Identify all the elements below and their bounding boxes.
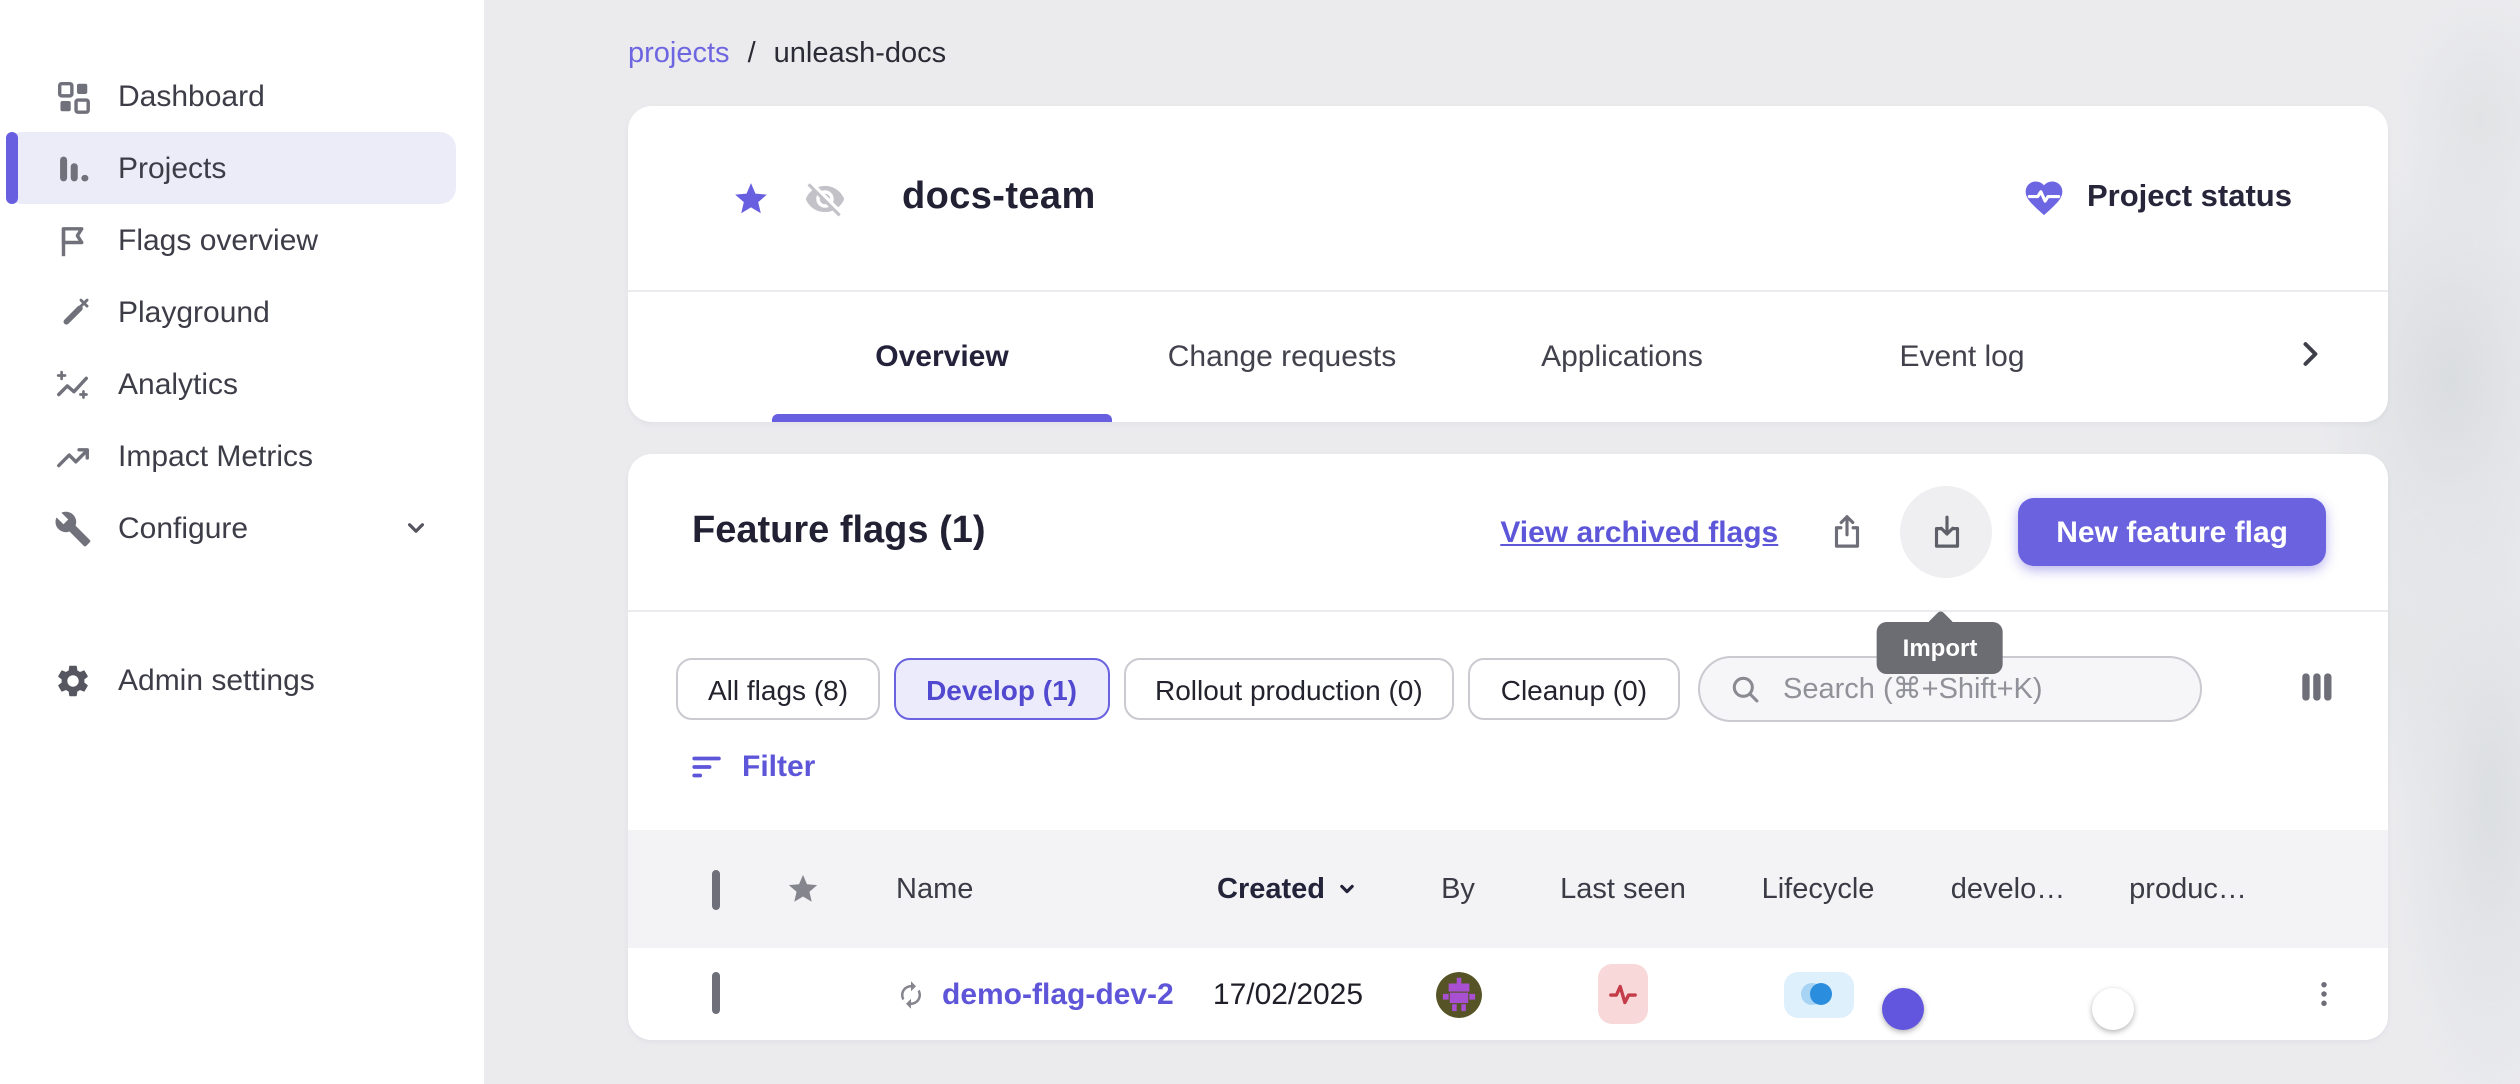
- analytics-icon: [52, 364, 92, 404]
- last-seen-badge: [1598, 964, 1648, 1024]
- sidebar-item-playground[interactable]: Playground: [6, 276, 456, 348]
- breadcrumb-separator: /: [748, 38, 756, 70]
- tab-change-requests[interactable]: Change requests: [1112, 340, 1452, 374]
- columns-button[interactable]: [2296, 666, 2338, 708]
- export-button[interactable]: [1826, 511, 1868, 553]
- wand-icon: [52, 292, 92, 332]
- import-button[interactable]: [1900, 486, 1992, 578]
- feature-flags-title: Feature flags (1): [692, 510, 986, 554]
- view-archived-flags-link[interactable]: View archived flags: [1500, 515, 1778, 549]
- heart-pulse-icon: [2023, 176, 2067, 220]
- eye-off-icon: [804, 177, 846, 219]
- column-header-created-label: Created: [1217, 873, 1325, 905]
- favorite-column-star-icon: [756, 872, 848, 906]
- sidebar-item-projects[interactable]: Projects: [6, 132, 456, 204]
- flag-name-cell: demo-flag-dev-2: [848, 977, 1188, 1011]
- column-header-development: develo…: [1918, 873, 2098, 905]
- project-tabs: Overview Change requests Applications Ev…: [628, 292, 2388, 422]
- column-header-lifecycle[interactable]: Lifecycle: [1718, 873, 1918, 905]
- sidebar-item-label: Impact Metrics: [118, 439, 313, 473]
- breadcrumb-link-projects[interactable]: projects: [628, 38, 730, 70]
- user-avatar: [1435, 971, 1481, 1017]
- breadcrumb: projects / unleash-docs: [628, 38, 946, 70]
- search-icon: [1727, 672, 1761, 706]
- import-tooltip: Import: [1877, 622, 2004, 674]
- project-header-card: docs-team Project status Overview Change…: [628, 106, 2388, 422]
- search-input[interactable]: [1779, 671, 2171, 707]
- last-seen-cell: [1528, 964, 1718, 1024]
- active-tab-underline: [772, 413, 1112, 422]
- sidebar-item-label: Projects: [118, 151, 226, 185]
- sidebar-item-configure[interactable]: Configure: [6, 492, 456, 564]
- tabs-more-chevron-right-icon[interactable]: [2292, 336, 2328, 372]
- sidebar-item-impact-metrics[interactable]: Impact Metrics: [6, 420, 456, 492]
- import-tooltip-label: Import: [1903, 634, 1978, 662]
- lifecycle-badge[interactable]: [1783, 971, 1853, 1017]
- projects-icon: [52, 148, 92, 188]
- column-header-name[interactable]: Name: [848, 873, 1188, 905]
- toggle-production-thumb: [2092, 988, 2134, 1030]
- feature-flags-header: Feature flags (1) View archived flags Ne…: [628, 454, 2388, 612]
- pulse-icon: [1608, 979, 1638, 1009]
- tab-event-log[interactable]: Event log: [1792, 340, 2132, 374]
- breadcrumb-current: unleash-docs: [774, 38, 947, 70]
- select-all-checkbox[interactable]: [712, 869, 720, 909]
- row-checkbox[interactable]: [712, 972, 720, 1014]
- gear-icon: [52, 660, 92, 700]
- tab-overview[interactable]: Overview: [772, 340, 1112, 374]
- chip-rollout-production[interactable]: Rollout production (0): [1123, 658, 1455, 720]
- sidebar-item-label: Playground: [118, 295, 270, 329]
- new-feature-flag-button[interactable]: New feature flag: [2018, 498, 2326, 566]
- table-row: demo-flag-dev-2 17/02/2025: [628, 948, 2388, 1040]
- sidebar-item-flags-overview[interactable]: Flags overview: [6, 204, 456, 276]
- sidebar-item-label: Admin settings: [118, 663, 315, 697]
- project-header-row: docs-team Project status: [628, 106, 2388, 292]
- row-menu-kebab-icon[interactable]: [2278, 976, 2368, 1012]
- feature-flags-card: Feature flags (1) View archived flags Ne…: [628, 454, 2388, 1040]
- project-title: docs-team: [902, 176, 1096, 220]
- by-cell: [1388, 971, 1528, 1017]
- export-icon: [1826, 511, 1868, 553]
- sidebar-item-label: Configure: [118, 511, 248, 545]
- project-status-button[interactable]: Project status: [2023, 176, 2292, 220]
- column-header-created[interactable]: Created: [1188, 873, 1388, 905]
- sidebar-item-dashboard[interactable]: Dashboard: [6, 60, 456, 132]
- sidebar-item-analytics[interactable]: Analytics: [6, 348, 456, 420]
- sidebar-item-label: Flags overview: [118, 223, 318, 257]
- dashboard-icon: [52, 76, 92, 116]
- sidebar-item-label: Analytics: [118, 367, 238, 401]
- wrench-icon: [52, 508, 92, 548]
- chip-develop[interactable]: Develop (1): [894, 658, 1109, 720]
- favorite-star-icon[interactable]: [732, 179, 770, 217]
- columns-icon: [2296, 666, 2338, 708]
- filter-label: Filter: [742, 750, 815, 784]
- trending-up-icon: [52, 436, 92, 476]
- table-header-row: Name Created By Last seen Lifecycle deve…: [628, 830, 2388, 948]
- sidebar-item-admin-settings[interactable]: Admin settings: [6, 644, 456, 716]
- flag-name-link[interactable]: demo-flag-dev-2: [942, 977, 1174, 1011]
- import-icon: [1925, 511, 1967, 553]
- sidebar-item-label: Dashboard: [118, 79, 265, 113]
- sidebar: Dashboard Projects Flags overview Playgr…: [0, 0, 484, 1084]
- chip-all-flags[interactable]: All flags (8): [676, 658, 880, 720]
- sort-chevron-down-icon: [1333, 876, 1359, 902]
- filter-icon: [690, 750, 724, 784]
- tab-applications[interactable]: Applications: [1452, 340, 1792, 374]
- chevron-down-icon: [400, 512, 432, 544]
- lifecycle-pre-live-icon: [1798, 980, 1838, 1008]
- created-date: 17/02/2025: [1188, 977, 1388, 1011]
- app-root: Dashboard Projects Flags overview Playgr…: [0, 0, 2520, 1084]
- toggle-development-thumb: [1882, 988, 1924, 1030]
- column-header-last-seen[interactable]: Last seen: [1528, 873, 1718, 905]
- flag-icon: [52, 220, 92, 260]
- project-status-label: Project status: [2087, 180, 2292, 216]
- flag-type-sync-icon: [896, 979, 926, 1009]
- flags-table: Name Created By Last seen Lifecycle deve…: [628, 830, 2388, 1040]
- column-header-by[interactable]: By: [1388, 873, 1528, 905]
- column-header-production: produc…: [2098, 873, 2278, 905]
- chip-cleanup[interactable]: Cleanup (0): [1469, 658, 1679, 720]
- filter-button[interactable]: Filter: [690, 750, 815, 784]
